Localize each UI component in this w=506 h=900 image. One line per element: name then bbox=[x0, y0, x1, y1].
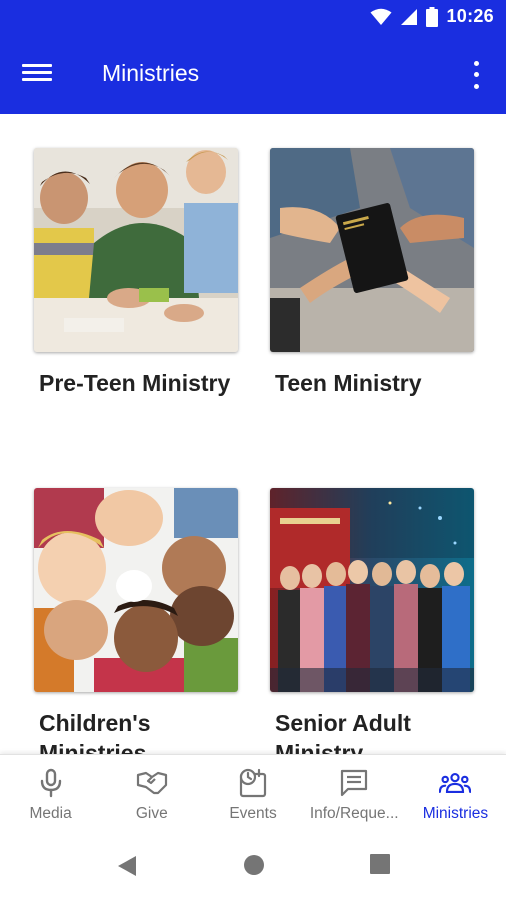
nav-item-media[interactable]: Media bbox=[0, 755, 101, 832]
ministry-card-pre-teen[interactable]: Pre-Teen Ministry bbox=[34, 148, 238, 398]
ministry-label: Senior Adult Ministry bbox=[275, 710, 411, 754]
teen-photo bbox=[270, 148, 474, 352]
nav-label: Media bbox=[29, 805, 72, 822]
senior-adult-photo bbox=[270, 488, 474, 692]
nav-label: Info/Reque... bbox=[309, 805, 399, 822]
pre-teen-photo bbox=[34, 148, 238, 352]
status-icons: 10:26 bbox=[370, 6, 494, 27]
ministry-label: Teen Ministry bbox=[275, 370, 422, 396]
nav-item-give[interactable]: Give bbox=[101, 755, 202, 832]
children-photo bbox=[34, 488, 238, 692]
home-icon[interactable] bbox=[243, 854, 265, 876]
app-bar: Ministries bbox=[0, 36, 506, 114]
status-time: 10:26 bbox=[446, 6, 494, 26]
more-options-icon[interactable] bbox=[464, 58, 488, 92]
ministry-label: Children's Ministries bbox=[39, 710, 151, 754]
ministry-label: Pre-Teen Ministry bbox=[39, 370, 231, 396]
nav-label: Give bbox=[135, 805, 168, 822]
nav-label: Events bbox=[229, 805, 277, 822]
ministry-card-senior-adult[interactable]: Senior Adult Ministry bbox=[270, 488, 474, 754]
calendar-clock-icon bbox=[237, 767, 269, 799]
nav-item-info-requests[interactable]: Info/Reque... bbox=[304, 755, 405, 832]
group-icon bbox=[439, 767, 472, 799]
bottom-navigation: Media Give Events Info/Reque... Ministri… bbox=[0, 754, 506, 832]
message-icon bbox=[338, 767, 370, 799]
wifi-icon bbox=[370, 8, 392, 25]
microphone-icon bbox=[35, 767, 67, 799]
nav-item-events[interactable]: Events bbox=[202, 755, 303, 832]
page-title: Ministries bbox=[102, 60, 200, 86]
cellular-signal-icon bbox=[401, 8, 418, 25]
handshake-icon bbox=[136, 767, 168, 799]
recent-apps-icon[interactable] bbox=[370, 854, 390, 874]
nav-item-ministries[interactable]: Ministries bbox=[405, 755, 506, 832]
nav-label: Ministries bbox=[422, 805, 489, 822]
ministries-grid: Pre-Teen Ministry Teen Ministry Children… bbox=[0, 114, 506, 754]
ministry-card-teen[interactable]: Teen Ministry bbox=[270, 148, 474, 398]
back-icon[interactable] bbox=[116, 854, 138, 878]
status-bar: 10:26 bbox=[0, 0, 506, 36]
hamburger-menu-icon[interactable] bbox=[22, 60, 52, 90]
system-navigation-bar bbox=[0, 832, 506, 900]
ministry-card-children[interactable]: Children's Ministries bbox=[34, 488, 238, 754]
battery-icon bbox=[426, 6, 439, 27]
